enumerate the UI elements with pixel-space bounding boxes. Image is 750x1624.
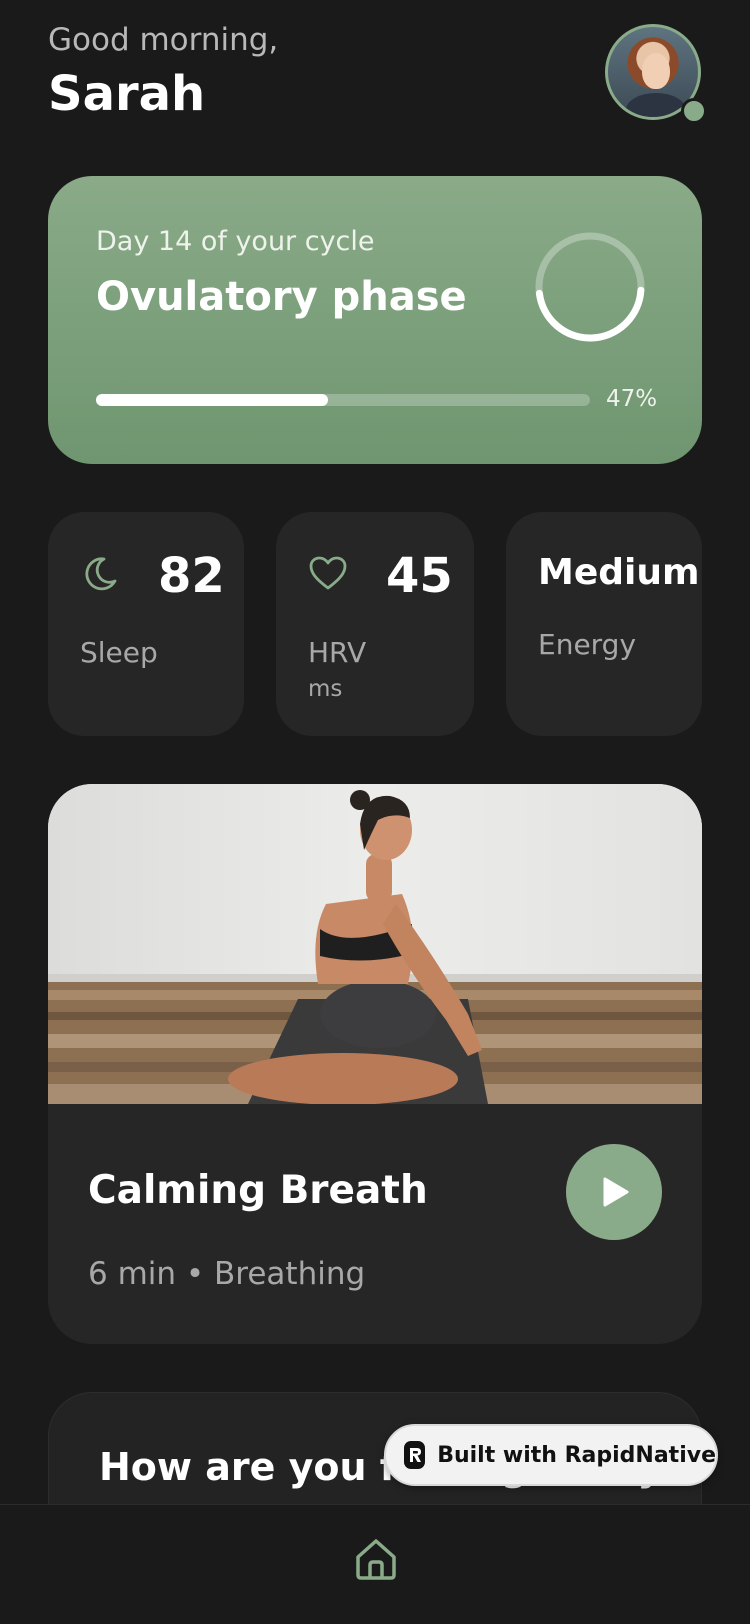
energy-stat-card[interactable]: Medium Energy (506, 512, 702, 736)
energy-label: Energy (538, 628, 637, 661)
home-icon[interactable] (352, 1535, 400, 1583)
cycle-day-text: Day 14 of your cycle (96, 226, 375, 257)
cycle-progress-ring (535, 232, 645, 342)
play-icon (603, 1177, 629, 1207)
avatar-shoulders (626, 93, 686, 117)
sleep-value: 82 (158, 548, 225, 604)
moon-icon (85, 557, 117, 591)
yoga-session-image (48, 784, 702, 1104)
sleep-label: Sleep (80, 636, 158, 669)
session-meta: 6 min • Breathing (88, 1256, 366, 1292)
rapidnative-logo-icon (404, 1441, 426, 1469)
cycle-progress-label: 47% (606, 386, 658, 412)
home-screen: Good morning, Sarah Day 14 of your cycle… (0, 0, 750, 1624)
badge-text: Built with RapidNative (437, 1442, 716, 1468)
cycle-card[interactable]: Day 14 of your cycle Ovulatory phase 47% (48, 176, 702, 464)
profile-avatar-button[interactable] (605, 24, 707, 124)
play-button[interactable] (566, 1144, 662, 1240)
hrv-unit: ms (308, 676, 343, 702)
hrv-label: HRV (308, 636, 367, 669)
hrv-stat-card[interactable]: 45 HRV ms (276, 512, 474, 736)
built-with-badge[interactable]: Built with RapidNative (384, 1424, 718, 1486)
online-status-dot (681, 98, 707, 124)
session-card[interactable]: Calming Breath 6 min • Breathing (48, 784, 702, 1344)
cycle-progress-bar (96, 394, 590, 406)
cycle-phase-title: Ovulatory phase (96, 274, 467, 320)
hrv-value: 45 (386, 548, 453, 604)
avatar-face (642, 53, 670, 89)
session-title: Calming Breath (88, 1168, 428, 1213)
rapidnative-glyph (409, 1448, 421, 1462)
user-name: Sarah (48, 66, 206, 122)
energy-value: Medium (538, 552, 700, 593)
cycle-progress-fill (96, 394, 329, 406)
greeting-text: Good morning, (48, 22, 279, 58)
sleep-stat-card[interactable]: 82 Sleep (48, 512, 244, 736)
heart-icon (309, 556, 347, 590)
bottom-nav (0, 1504, 750, 1624)
